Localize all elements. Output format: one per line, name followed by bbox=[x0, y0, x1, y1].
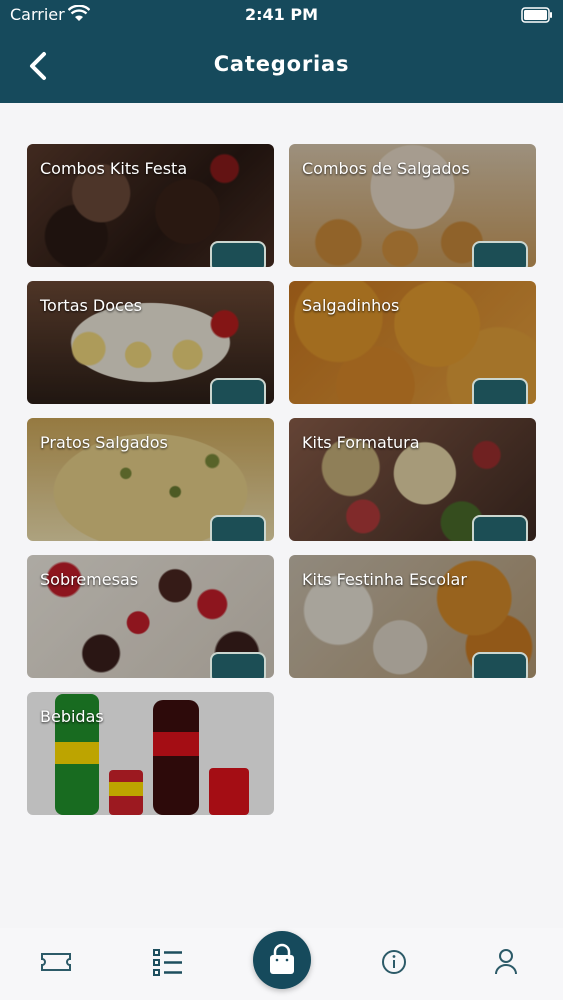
category-label: Sobremesas bbox=[40, 570, 139, 589]
tab-profile[interactable] bbox=[484, 944, 528, 980]
category-grid: Combos Kits Festa Combos de Salgados Tor… bbox=[27, 144, 536, 815]
logo-badge bbox=[472, 652, 528, 678]
tab-info[interactable] bbox=[372, 944, 416, 980]
category-label: Kits Formatura bbox=[302, 433, 420, 452]
shopping-bag-icon bbox=[270, 943, 294, 974]
user-icon bbox=[495, 949, 517, 975]
category-card-combos-de-salgados[interactable]: Combos de Salgados bbox=[289, 144, 536, 267]
category-label: Bebidas bbox=[40, 707, 104, 726]
logo-badge bbox=[210, 515, 266, 541]
category-label: Kits Festinha Escolar bbox=[302, 570, 467, 589]
category-label: Tortas Doces bbox=[40, 296, 143, 315]
battery-icon bbox=[521, 7, 553, 23]
logo-badge bbox=[472, 241, 528, 267]
status-bar: Carrier 2:41 PM bbox=[0, 0, 563, 30]
category-card-tortas-doces[interactable]: Tortas Doces bbox=[27, 281, 274, 404]
category-card-kits-festinha-escolar[interactable]: Kits Festinha Escolar bbox=[289, 555, 536, 678]
category-card-sobremesas[interactable]: Sobremesas bbox=[27, 555, 274, 678]
category-card-kits-formatura[interactable]: Kits Formatura bbox=[289, 418, 536, 541]
info-icon bbox=[382, 950, 406, 974]
category-label: Combos Kits Festa bbox=[40, 159, 188, 178]
category-label: Combos de Salgados bbox=[302, 159, 470, 178]
logo-badge bbox=[210, 378, 266, 404]
tab-tickets[interactable] bbox=[34, 944, 78, 980]
tab-categories[interactable] bbox=[146, 944, 190, 980]
clock-label: 2:41 PM bbox=[244, 5, 318, 24]
category-label: Pratos Salgados bbox=[40, 433, 168, 452]
category-card-bebidas[interactable]: Bebidas bbox=[27, 692, 274, 815]
category-card-pratos-salgados[interactable]: Pratos Salgados bbox=[27, 418, 274, 541]
list-icon bbox=[153, 949, 182, 976]
category-card-salgadinhos[interactable]: Salgadinhos bbox=[289, 281, 536, 404]
category-label: Salgadinhos bbox=[302, 296, 400, 315]
app-header: Carrier 2:41 PM Categorias bbox=[0, 0, 563, 103]
cart-button[interactable] bbox=[253, 931, 311, 989]
logo-badge bbox=[472, 515, 528, 541]
logo-badge bbox=[472, 378, 528, 404]
logo-badge bbox=[210, 652, 266, 678]
ticket-icon bbox=[41, 953, 71, 971]
page-title: Categorias bbox=[213, 52, 350, 76]
category-card-combos-kits-festa[interactable]: Combos Kits Festa bbox=[27, 144, 274, 267]
logo-badge bbox=[210, 241, 266, 267]
